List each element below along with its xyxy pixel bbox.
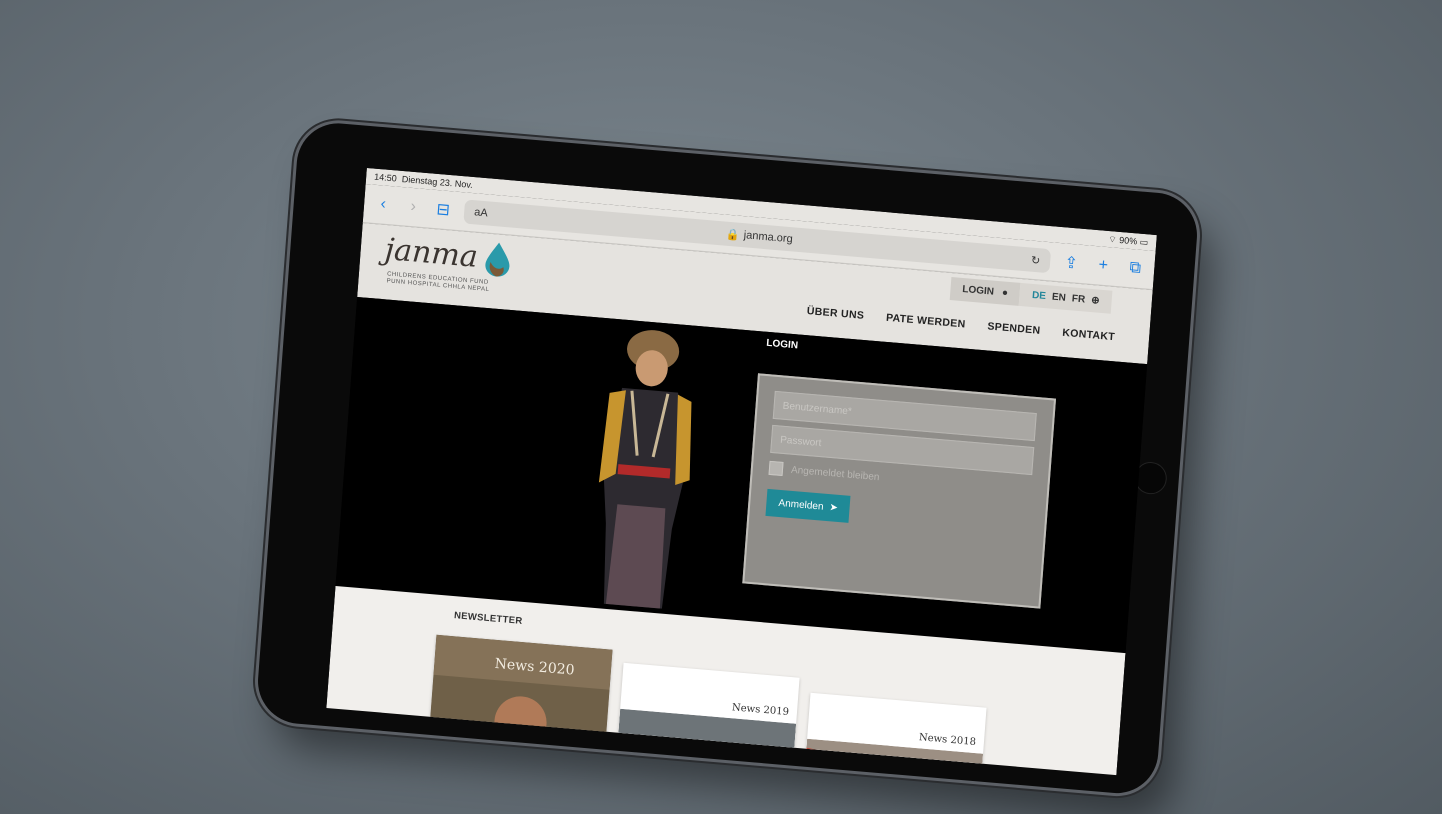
news-2019-header xyxy=(621,663,799,708)
news-2018-header xyxy=(808,693,986,738)
new-tab-icon[interactable]: + xyxy=(1094,256,1113,276)
login-heading: LOGIN xyxy=(765,337,799,352)
share-icon[interactable]: ⇪ xyxy=(1061,252,1081,274)
battery-level: 90% xyxy=(1118,234,1138,246)
status-time: 14:50 xyxy=(373,171,398,184)
news-2019-cover-image xyxy=(615,708,797,776)
battery-icon: ▭ xyxy=(1139,236,1149,247)
user-icon: ● xyxy=(1001,287,1009,299)
lock-icon: 🔒 xyxy=(725,228,741,242)
forward-icon[interactable]: › xyxy=(404,197,423,217)
ipad-device: 14:50 Dienstag 23. Nov. ⌔ 90% ▭ ‹ › ⊟ aA… xyxy=(255,120,1200,797)
reload-icon[interactable]: ↻ xyxy=(1031,253,1041,267)
logo-wordmark: janma xyxy=(383,231,480,275)
hero-portrait-image xyxy=(598,330,692,609)
anmelden-label: Anmelden xyxy=(778,497,824,513)
lang-en[interactable]: EN xyxy=(1052,292,1067,304)
remember-checkbox[interactable] xyxy=(768,460,784,477)
header-login-label: LOGIN xyxy=(961,284,995,298)
lang-fr[interactable]: FR xyxy=(1071,293,1085,305)
newsletter-card-2020[interactable]: News 2020 xyxy=(428,634,613,760)
header-login-button[interactable]: LOGIN ● xyxy=(949,276,1021,306)
arrow-right-icon: ➤ xyxy=(829,502,839,514)
lang-de[interactable]: DE xyxy=(1032,290,1047,302)
main-nav: ÜBER UNS PATE WERDEN SPENDEN KONTAKT xyxy=(806,305,1115,343)
back-icon[interactable]: ‹ xyxy=(374,195,393,215)
remember-label: Angemeldet bleiben xyxy=(790,464,880,483)
janma-logo[interactable]: janma xyxy=(384,231,514,278)
url-text: janma.org xyxy=(743,229,794,246)
newsletter-card-2019[interactable]: News 2019 xyxy=(615,662,800,776)
news-2020-cover-image xyxy=(428,634,613,760)
nav-spenden[interactable]: SPENDEN xyxy=(987,320,1041,336)
bookmarks-icon[interactable]: ⊟ xyxy=(433,199,453,221)
newsletter-card-2018[interactable]: News 2018 xyxy=(802,692,987,776)
login-panel: Benutzername* Passwort Angemeldet bleibe… xyxy=(742,373,1057,609)
nav-pate-werden[interactable]: PATE WERDEN xyxy=(886,312,966,331)
text-size-button[interactable]: aA xyxy=(474,206,488,219)
tabs-icon[interactable]: ⧉ xyxy=(1126,259,1145,279)
nav-kontakt[interactable]: KONTAKT xyxy=(1062,327,1116,343)
newsletter-heading: NEWSLETTER xyxy=(453,610,523,627)
anmelden-button[interactable]: Anmelden ➤ xyxy=(765,488,851,523)
globe-icon[interactable]: ⊕ xyxy=(1091,295,1100,307)
language-switcher: DE EN FR ⊕ xyxy=(1019,282,1113,314)
logo-drop-icon xyxy=(485,242,510,277)
ipad-screen: 14:50 Dienstag 23. Nov. ⌔ 90% ▭ ‹ › ⊟ aA… xyxy=(326,167,1157,776)
nav-ueber-uns[interactable]: ÜBER UNS xyxy=(806,305,864,322)
wifi-icon: ⌔ xyxy=(1107,233,1118,245)
photo-scene: 14:50 Dienstag 23. Nov. ⌔ 90% ▭ ‹ › ⊟ aA… xyxy=(0,0,1442,814)
